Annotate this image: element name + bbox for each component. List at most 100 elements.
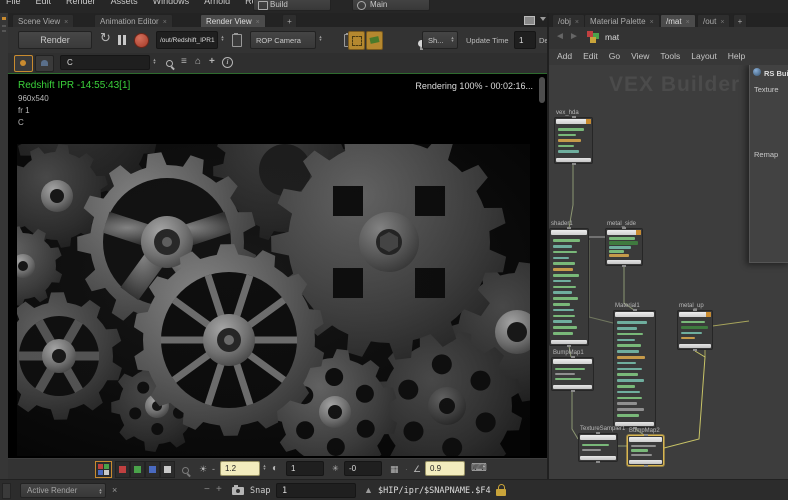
material-node[interactable]: vex_hda xyxy=(554,117,593,164)
node-output-bar[interactable] xyxy=(580,456,616,460)
node-header[interactable] xyxy=(679,312,711,317)
tab-scene-view[interactable]: Scene View× xyxy=(12,14,74,27)
new-tab-button[interactable]: + xyxy=(282,14,297,27)
channel-red-button[interactable] xyxy=(115,461,130,478)
shader-dropdown[interactable]: Sh... ▲▼ xyxy=(422,31,458,49)
channel-blue-button[interactable] xyxy=(145,461,160,478)
node-output-bar[interactable] xyxy=(679,344,711,348)
node-header[interactable] xyxy=(580,435,616,440)
node-flag[interactable] xyxy=(636,230,641,235)
node-output-bar[interactable] xyxy=(556,158,591,162)
snapshot-camera-icon[interactable] xyxy=(232,487,244,495)
material-node[interactable]: shader1 xyxy=(549,228,589,346)
tab-out[interactable]: /out× xyxy=(697,14,730,27)
material-node[interactable]: Material1 xyxy=(613,310,656,428)
nav-forward-icon[interactable]: ► xyxy=(569,31,579,42)
shelf-selector[interactable]: Main xyxy=(352,0,430,11)
stop-render-icon[interactable] xyxy=(134,33,149,48)
lock-icon[interactable] xyxy=(496,484,507,497)
viewport-scrollbar[interactable] xyxy=(539,77,545,103)
tab-animation-editor[interactable]: Animation Editor× xyxy=(94,14,173,27)
node-header[interactable] xyxy=(551,230,587,235)
material-node[interactable]: BumpMap1 xyxy=(551,357,594,391)
preview-toggle-button[interactable] xyxy=(35,55,54,72)
render-region-button[interactable] xyxy=(348,31,365,50)
menu-file[interactable]: File xyxy=(6,0,21,6)
tab-obj[interactable]: /obj× xyxy=(552,14,585,27)
netmenu-go[interactable]: Go xyxy=(609,51,620,61)
snap-field[interactable]: 1 xyxy=(276,483,356,498)
gamma-field[interactable]: 0.9 xyxy=(425,461,465,476)
pane-maximize-icon[interactable] xyxy=(524,16,535,25)
channel-green-button[interactable] xyxy=(130,461,145,478)
offset-field[interactable]: -0 xyxy=(344,461,382,476)
material-node[interactable]: BumpMap2 xyxy=(627,435,664,466)
tab-material-palette[interactable]: Material Palette× xyxy=(584,14,660,27)
camera-spinner[interactable]: ▲▼ xyxy=(317,35,324,41)
node-header[interactable] xyxy=(556,119,591,124)
node-flag[interactable] xyxy=(586,119,591,124)
node-header[interactable] xyxy=(607,230,641,235)
plane-dropdown[interactable]: C xyxy=(60,55,150,70)
menu-edit[interactable]: Edit xyxy=(36,0,52,6)
tab-close-icon[interactable]: × xyxy=(686,19,690,26)
tab-close-icon[interactable]: × xyxy=(64,19,68,26)
render-viewport[interactable]: Redshift IPR -14:55:43[1] 960x540 fr 1 C… xyxy=(8,73,547,459)
tab-close-icon[interactable]: × xyxy=(720,19,724,26)
rop-path-dropdown[interactable]: /out/Redshift_IPR1 xyxy=(156,31,218,49)
rop-chooser-icon[interactable] xyxy=(232,34,242,47)
zoom-icon[interactable] xyxy=(166,60,176,70)
plane-spinner[interactable]: ▲▼ xyxy=(151,58,158,64)
keyboard-icon[interactable]: ⌨ xyxy=(471,461,487,475)
contrast-field[interactable]: 1 xyxy=(286,461,324,476)
snapshot-button[interactable] xyxy=(366,31,383,50)
rop-spinner[interactable]: ▲▼ xyxy=(219,35,226,41)
node-header[interactable] xyxy=(629,437,662,442)
tab-close-icon[interactable]: × xyxy=(163,19,167,26)
render-button[interactable]: Render xyxy=(18,31,92,49)
update-time-field[interactable]: 1 xyxy=(514,31,536,49)
active-render-dropdown[interactable]: Active Render ▲▼ xyxy=(20,483,106,498)
lut-icon[interactable]: ▦ xyxy=(390,462,399,476)
material-node[interactable]: metal_side xyxy=(605,228,643,266)
netmenu-edit[interactable]: Edit xyxy=(583,51,598,61)
netmenu-tools[interactable]: Tools xyxy=(660,51,680,61)
exposure-spinner[interactable]: ▲▼ xyxy=(261,464,268,470)
pixel-inspect-icon[interactable] xyxy=(182,467,192,477)
new-tab-button[interactable]: + xyxy=(733,14,747,27)
ipr-toggle-button[interactable] xyxy=(14,55,33,72)
channel-rgba-button[interactable] xyxy=(95,461,112,478)
zoom-out-icon[interactable]: − xyxy=(204,484,210,495)
netmenu-view[interactable]: View xyxy=(631,51,649,61)
breadcrumb[interactable]: mat xyxy=(605,32,619,42)
menu-assets[interactable]: Assets xyxy=(111,0,138,6)
node-output-bar[interactable] xyxy=(553,385,592,389)
zoom-in-icon[interactable]: + xyxy=(216,484,222,495)
node-header[interactable] xyxy=(615,312,654,317)
netmenu-layout[interactable]: Layout xyxy=(691,51,717,61)
tab-mat[interactable]: /mat× xyxy=(660,14,696,27)
channel-alpha-button[interactable] xyxy=(160,461,175,478)
crosshair-icon[interactable]: + xyxy=(209,55,215,69)
pause-icon[interactable] xyxy=(118,35,127,45)
re-render-icon[interactable]: ↻ xyxy=(100,31,111,45)
tab-close-icon[interactable]: × xyxy=(256,19,260,26)
node-output-bar[interactable] xyxy=(607,260,641,264)
network-editor[interactable]: VEX Builder vex_hdashader1metal_sideMate… xyxy=(549,65,788,479)
netmenu-help[interactable]: Help xyxy=(728,51,745,61)
home-view-icon[interactable]: ⌂ xyxy=(195,55,201,69)
exposure-field[interactable]: 1.2 xyxy=(220,461,260,476)
tab-render-view[interactable]: Render View× xyxy=(200,14,266,27)
camera-dropdown[interactable]: ROP Camera xyxy=(250,31,316,49)
info-icon[interactable]: i xyxy=(222,57,233,68)
node-flag[interactable] xyxy=(706,312,711,317)
material-node[interactable]: TextureSampler1 xyxy=(578,433,618,462)
node-header[interactable] xyxy=(553,359,592,364)
pane-menu-icon[interactable] xyxy=(540,17,546,21)
tab-close-icon[interactable]: × xyxy=(650,19,654,26)
nav-back-icon[interactable]: ◄ xyxy=(555,31,565,42)
netmenu-add[interactable]: Add xyxy=(557,51,572,61)
close-render-icon[interactable]: × xyxy=(112,485,117,495)
menu-render[interactable]: Render xyxy=(66,0,96,6)
node-output-bar[interactable] xyxy=(629,460,662,464)
